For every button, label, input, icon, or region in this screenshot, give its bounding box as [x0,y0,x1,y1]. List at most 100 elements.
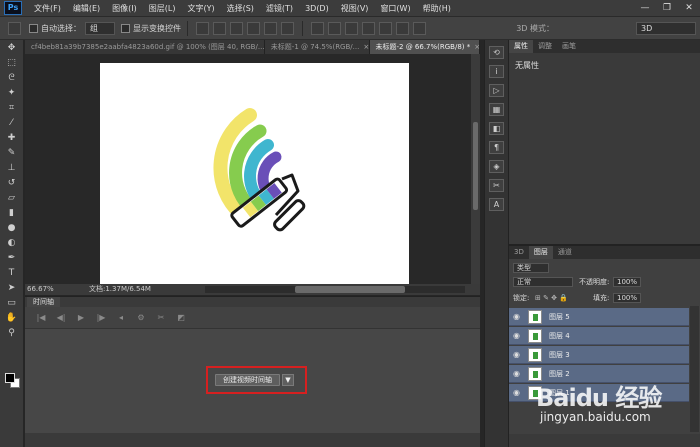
close-button[interactable]: ✕ [678,0,700,17]
vertical-scroll-thumb[interactable] [473,122,478,210]
blend-mode-dropdown[interactable]: 正常 [513,277,573,287]
workspace-dropdown[interactable]: 3D [636,22,696,35]
swatches-icon[interactable]: ▦ [489,103,504,116]
align-right-icon[interactable] [281,21,294,35]
align-top-icon[interactable] [196,21,209,35]
distribute-vcenter-icon[interactable] [328,21,341,35]
actions-icon[interactable]: ▷ [489,84,504,97]
styles-icon[interactable]: ◧ [489,122,504,135]
info-icon[interactable]: i [489,65,504,78]
foreground-color-swatch[interactable] [5,373,15,383]
scissors-icon[interactable]: ✂ [155,313,167,323]
marquee-tool-icon[interactable]: ⬚ [4,57,20,70]
align-vcenter-icon[interactable] [213,21,226,35]
eyedropper-tool-icon[interactable]: ⁄ [4,117,20,130]
pen-tool-icon[interactable]: ✒ [4,252,20,265]
align-hcenter-icon[interactable] [264,21,277,35]
brush-tool-icon[interactable]: ✎ [4,147,20,160]
eye-icon[interactable]: ◉ [513,369,520,378]
distribute-hcenter-icon[interactable] [379,21,392,35]
eraser-tool-icon[interactable]: ▱ [4,192,20,205]
eye-icon[interactable]: ◉ [513,312,520,321]
menu-help[interactable]: 帮助(H) [417,0,457,17]
character-icon[interactable]: A [489,198,504,211]
distribute-right-icon[interactable] [396,21,409,35]
menu-file[interactable]: 文件(F) [28,0,67,17]
minimize-button[interactable]: — [634,0,656,17]
fill-input[interactable]: 100% [613,293,641,303]
prev-frame-icon[interactable]: ◀| [55,313,67,323]
auto-select-checkbox[interactable] [29,23,38,33]
layer-row[interactable]: ◉ 图层 5 [509,308,689,326]
settings-icon[interactable]: ⚙ [135,313,147,323]
magic-wand-tool-icon[interactable]: ✦ [4,87,20,100]
restore-button[interactable]: ❐ [656,0,678,17]
horizontal-scrollbar[interactable] [205,286,465,293]
document-canvas[interactable] [100,63,409,284]
eye-icon[interactable]: ◉ [513,331,520,340]
history-icon[interactable]: ⟲ [489,46,504,59]
lock-icons[interactable]: ⊞ ✎ ✥ 🔒 [535,293,568,304]
tab-properties[interactable]: 属性 [509,40,533,53]
distribute-bottom-icon[interactable] [345,21,358,35]
tools-preset-icon[interactable]: ✂ [489,179,504,192]
gradient-tool-icon[interactable]: ▮ [4,207,20,220]
tab-3d[interactable]: 3D [509,246,529,259]
next-frame-icon[interactable]: |▶ [95,313,107,323]
menu-edit[interactable]: 编辑(E) [67,0,106,17]
tab-brushes[interactable]: 画笔 [557,40,581,53]
opacity-input[interactable]: 100% [613,277,641,287]
dodge-tool-icon[interactable]: ◐ [4,237,20,250]
menu-layer[interactable]: 图层(L) [143,0,182,17]
blur-tool-icon[interactable]: ● [4,222,20,235]
layer-filter-dropdown[interactable]: 类型 [513,263,549,273]
clone-stamp-tool-icon[interactable]: ⊥ [4,162,20,175]
tab-layers[interactable]: 图层 [528,246,553,259]
auto-align-icon[interactable] [413,21,426,35]
horizontal-scroll-thumb[interactable] [295,286,405,293]
distribute-top-icon[interactable] [311,21,324,35]
rectangle-tool-icon[interactable]: ▭ [4,297,20,310]
transition-icon[interactable]: ◩ [175,313,187,323]
doc-tab-untitled-2[interactable]: 未标题-2 @ 66.7%(RGB/8) * × [369,40,480,54]
menu-filter[interactable]: 滤镜(T) [260,0,299,17]
lasso-tool-icon[interactable]: ᘓ [4,72,20,85]
audio-icon[interactable]: ◂ [115,313,127,323]
healing-brush-tool-icon[interactable]: ✚ [4,132,20,145]
crop-tool-icon[interactable]: ⌗ [4,102,20,115]
align-bottom-icon[interactable] [230,21,243,35]
type-tool-icon[interactable]: T [4,267,20,280]
align-left-icon[interactable] [247,21,260,35]
eye-icon[interactable]: ◉ [513,388,520,397]
eye-icon[interactable]: ◉ [513,350,520,359]
zoom-tool-icon[interactable]: ⚲ [4,327,20,340]
paragraph-icon[interactable]: ¶ [489,141,504,154]
auto-select-dropdown[interactable]: 组 [85,21,115,35]
history-brush-tool-icon[interactable]: ↺ [4,177,20,190]
tab-adjustments[interactable]: 调整 [533,40,557,53]
move-tool-preset-icon[interactable] [8,21,21,35]
menu-type[interactable]: 文字(Y) [181,0,220,17]
doc-tab-gif[interactable]: cf4beb81a39b7385e2aabfa4823a60d.gif @ 10… [25,40,265,54]
layers-scrollbar[interactable] [690,306,699,432]
move-tool-icon[interactable]: ✥ [4,42,20,55]
doc-tab-untitled-1[interactable]: 未标题-1 @ 74.5%(RGB/... × [264,40,370,54]
menu-view[interactable]: 视图(V) [335,0,375,17]
close-icon[interactable]: × [474,43,479,51]
first-frame-icon[interactable]: |◀ [35,313,47,323]
menu-image[interactable]: 图像(I) [106,0,143,17]
hand-tool-icon[interactable]: ✋ [4,312,20,325]
close-icon[interactable]: × [363,43,368,51]
menu-select[interactable]: 选择(S) [221,0,260,17]
zoom-level[interactable]: 66.67% [27,284,54,295]
menu-window[interactable]: 窗口(W) [374,0,416,17]
tab-channels[interactable]: 通道 [553,246,577,259]
menu-3d[interactable]: 3D(D) [299,0,335,17]
play-icon[interactable]: ▶ [75,313,87,323]
document-size-info[interactable]: 文档:1.37M/6.54M [89,284,151,295]
show-transform-checkbox[interactable] [121,23,130,33]
navigator-icon[interactable]: ◈ [489,160,504,173]
layer-row[interactable]: ◉ 图层 4 [509,327,689,345]
layer-row[interactable]: ◉ 图层 3 [509,346,689,364]
distribute-left-icon[interactable] [362,21,375,35]
